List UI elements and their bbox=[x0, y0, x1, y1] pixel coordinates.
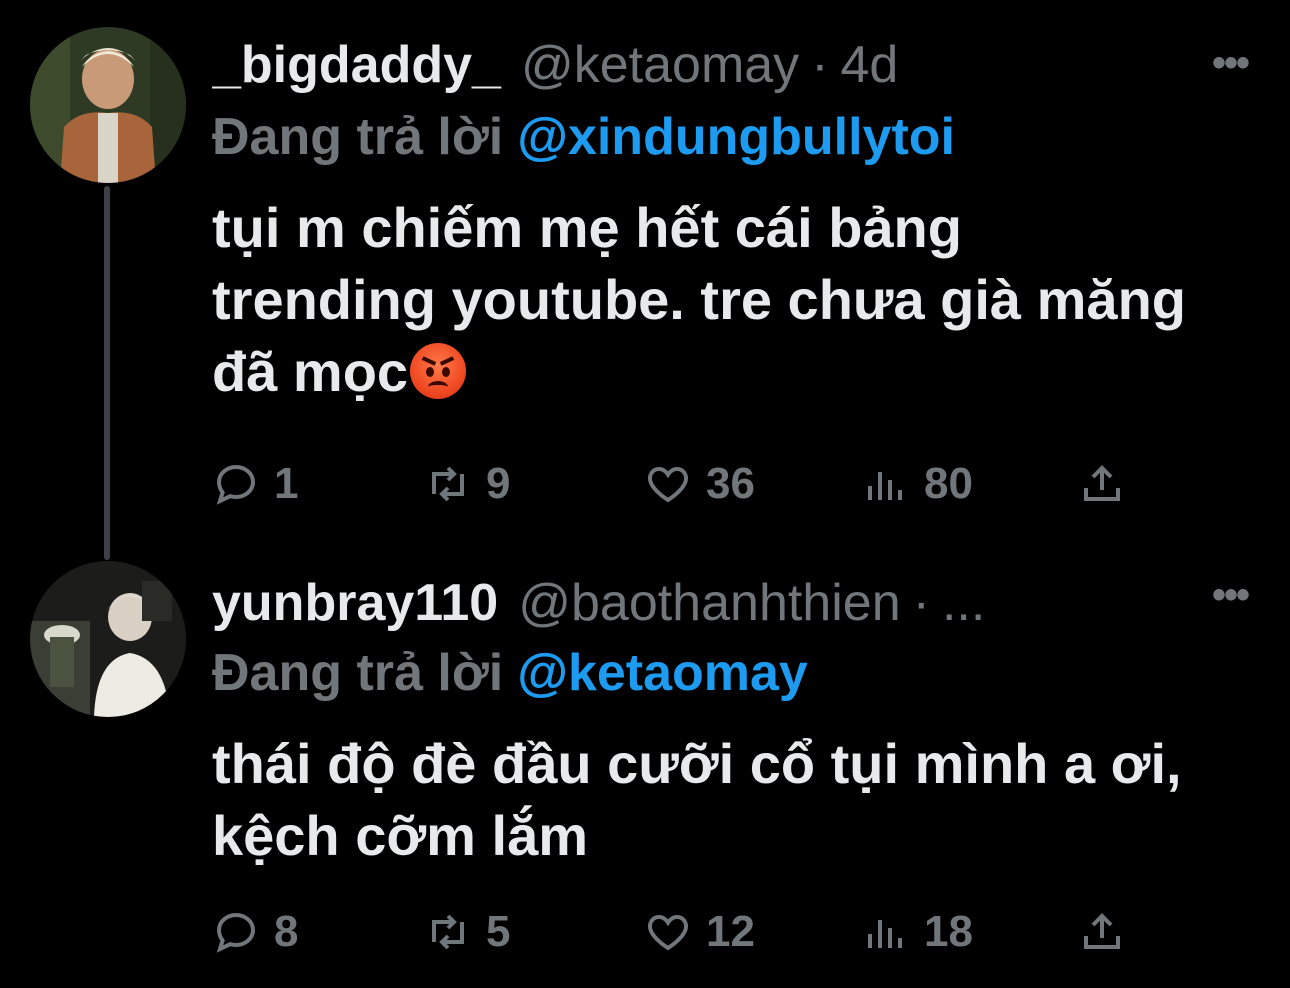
thread-line bbox=[104, 186, 110, 560]
user-handle[interactable]: @ketaomay bbox=[521, 30, 799, 100]
views-count: 80 bbox=[924, 459, 973, 508]
share-icon bbox=[1084, 913, 1120, 949]
angry-face-emoji bbox=[410, 343, 467, 399]
like-count: 12 bbox=[706, 907, 755, 956]
reply-icon bbox=[216, 464, 256, 505]
tweet-text-content: tụi m chiếm mẹ hết cái bảng trending you… bbox=[212, 196, 1186, 403]
reply-button[interactable]: 8 bbox=[212, 902, 298, 962]
views-button[interactable]: 18 bbox=[862, 902, 973, 962]
display-name[interactable]: yunbray110 bbox=[212, 568, 498, 638]
tweet-header: yunbray110 @baothanhthien · ... bbox=[212, 568, 1180, 638]
more-options-icon[interactable]: ••• bbox=[1212, 575, 1250, 615]
tweet[interactable]: yunbray110 @baothanhthien · ... ••• Đang… bbox=[0, 548, 1290, 988]
avatar[interactable] bbox=[30, 561, 186, 717]
like-count: 36 bbox=[706, 459, 755, 508]
like-button[interactable]: 36 bbox=[644, 454, 755, 514]
more-options-icon[interactable]: ••• bbox=[1212, 43, 1250, 83]
like-button[interactable]: 12 bbox=[644, 902, 755, 962]
tweet-text: tụi m chiếm mẹ hết cái bảng trending you… bbox=[212, 192, 1192, 408]
mention-link[interactable]: @xindungbullytoi bbox=[517, 108, 955, 166]
reply-count: 1 bbox=[274, 459, 299, 508]
display-name[interactable]: _bigdaddy_ bbox=[212, 30, 501, 100]
replying-to: Đang trả lời @xindungbullytoi bbox=[212, 102, 955, 172]
tweet[interactable]: _bigdaddy_ @ketaomay · 4d ••• Đang trả l… bbox=[0, 0, 1290, 560]
retweet-button[interactable]: 9 bbox=[424, 454, 510, 514]
share-button[interactable] bbox=[1078, 902, 1140, 962]
action-bar: 8 5 12 18 bbox=[212, 902, 1132, 962]
user-handle[interactable]: @baothanhthien bbox=[518, 568, 900, 638]
retweet-count: 9 bbox=[486, 459, 511, 508]
views-chart-icon bbox=[868, 472, 902, 500]
retweet-button[interactable]: 5 bbox=[424, 902, 510, 962]
views-button[interactable]: 80 bbox=[862, 454, 973, 514]
avatar[interactable] bbox=[30, 27, 186, 183]
action-bar: 1 9 36 80 bbox=[212, 454, 1132, 514]
reply-icon bbox=[216, 912, 256, 953]
reply-count: 8 bbox=[274, 907, 299, 956]
retweet-icon bbox=[432, 466, 464, 502]
share-icon bbox=[1084, 465, 1120, 501]
mention-link[interactable]: @ketaomay bbox=[517, 644, 808, 702]
reply-button[interactable]: 1 bbox=[212, 454, 298, 514]
timestamp[interactable]: ... bbox=[942, 568, 985, 638]
tweet-text: thái độ đè đầu cưỡi cổ tụi mình a ơi, kệ… bbox=[212, 728, 1192, 872]
replying-prefix: Đang trả lời bbox=[212, 644, 504, 702]
views-chart-icon bbox=[868, 920, 902, 948]
heart-icon bbox=[648, 914, 688, 951]
retweet-icon bbox=[432, 914, 464, 950]
views-count: 18 bbox=[924, 907, 973, 956]
separator-dot: · bbox=[912, 574, 930, 632]
heart-icon bbox=[648, 466, 688, 503]
tweet-text-content: thái độ đè đầu cưỡi cổ tụi mình a ơi, kệ… bbox=[212, 732, 1182, 867]
replying-to: Đang trả lời @ketaomay bbox=[212, 638, 808, 708]
tweet-header: _bigdaddy_ @ketaomay · 4d bbox=[212, 30, 1180, 100]
replying-prefix: Đang trả lời bbox=[212, 108, 504, 166]
retweet-count: 5 bbox=[486, 907, 511, 956]
separator-dot: · bbox=[811, 36, 829, 94]
timestamp[interactable]: 4d bbox=[841, 30, 899, 100]
share-button[interactable] bbox=[1078, 454, 1140, 514]
